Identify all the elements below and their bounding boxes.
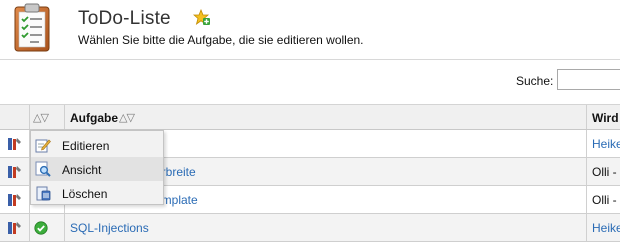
delete-icon (35, 185, 51, 201)
page-subtitle: Wählen Sie bitte die Aufgabe, die sie ed… (78, 33, 364, 47)
assignee-text: Olli - (592, 193, 617, 207)
menu-item-edit[interactable]: Editieren (31, 133, 163, 157)
page-header: ToDo-Liste Wählen Sie bitte die Aufgabe,… (0, 0, 620, 60)
context-menu: Editieren Ansicht Löschen (30, 130, 164, 205)
add-star-icon[interactable] (192, 8, 211, 27)
search-label: Suche: (516, 74, 554, 88)
view-icon (35, 161, 51, 177)
column-header-assignee-label[interactable]: Wird (592, 111, 619, 125)
assignee-text: Olli - (592, 165, 617, 179)
check-icon (34, 221, 48, 235)
menu-item-delete[interactable]: Löschen (31, 181, 163, 205)
column-header-actions (0, 105, 30, 129)
tools-icon[interactable] (6, 164, 22, 180)
sort-arrows-icon[interactable]: △▽ (33, 111, 49, 124)
task-link[interactable]: SQL-Injections (70, 221, 149, 235)
header-divider (0, 59, 620, 60)
tools-icon[interactable] (6, 136, 22, 152)
assignee-link[interactable]: Heike (592, 137, 620, 151)
tools-icon[interactable] (6, 220, 22, 236)
column-header-status[interactable]: △▽ (30, 105, 65, 129)
menu-item-label: Ansicht (62, 163, 102, 177)
edit-icon (35, 137, 51, 153)
menu-item-label: Editieren (62, 139, 110, 153)
menu-item-view[interactable]: Ansicht (31, 157, 163, 181)
sort-arrows-icon[interactable]: △▽ (119, 111, 135, 124)
column-header-assignee[interactable]: Wird (587, 105, 620, 129)
assignee-link[interactable]: Heike (592, 221, 620, 235)
table-header-row: △▽ Aufgabe △▽ Wird (0, 104, 620, 130)
tools-icon[interactable] (6, 192, 22, 208)
menu-item-label: Löschen (62, 187, 108, 201)
column-header-task-label[interactable]: Aufgabe (70, 111, 118, 125)
page-title: ToDo-Liste (78, 8, 171, 29)
column-header-task[interactable]: Aufgabe △▽ (65, 105, 587, 129)
clipboard-icon (13, 3, 57, 53)
search-input[interactable] (557, 69, 620, 90)
table-row: SQL-Injections Heike (0, 214, 620, 242)
